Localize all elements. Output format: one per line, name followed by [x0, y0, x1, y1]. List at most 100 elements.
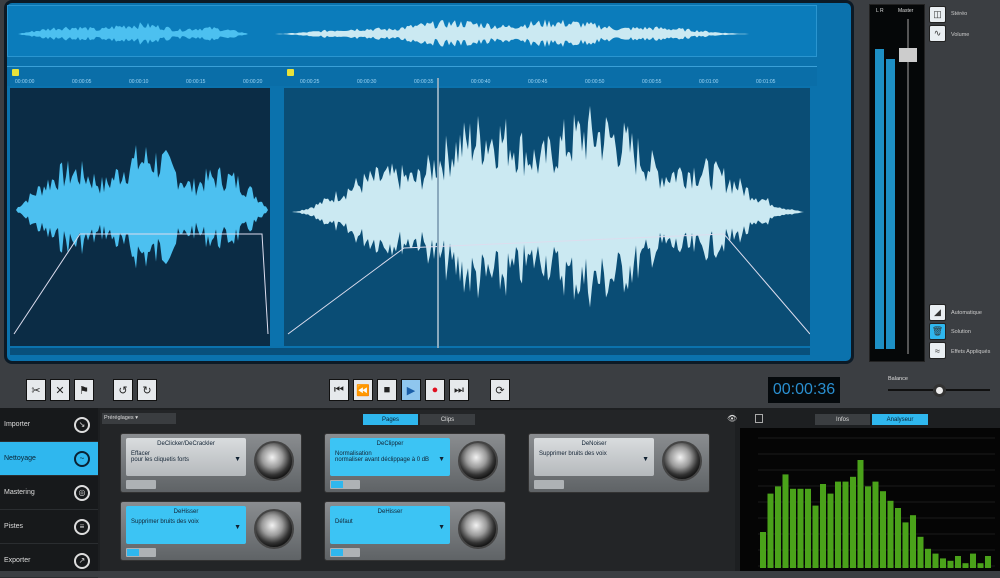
effect-toggle[interactable] — [330, 548, 360, 557]
skip-end-button[interactable]: ⏭ — [449, 379, 469, 401]
eye-icon[interactable]: 👁 — [727, 414, 737, 423]
spectrum-bar — [977, 563, 984, 568]
waveform-shape — [18, 22, 248, 45]
export-icon: ↗ — [74, 552, 90, 569]
spectrum-analyzer — [740, 428, 1000, 571]
nav-exporter[interactable]: Exporter ↗ — [0, 544, 98, 578]
spectrum-bar — [790, 488, 796, 568]
effect-preset-dropdown[interactable]: DeHisser Supprimer bruits des voix ▼ — [126, 506, 246, 544]
effect-toggle[interactable] — [126, 548, 156, 557]
balance-handle[interactable] — [933, 384, 946, 397]
nav-label: Nettoyage — [4, 455, 36, 462]
tab-analyseur[interactable]: Analyseur — [872, 414, 928, 425]
clip-marker-icon[interactable] — [287, 69, 294, 76]
automation-button[interactable]: ◢ — [929, 304, 946, 321]
presets-dropdown[interactable]: Préréglages ▾ — [102, 413, 176, 424]
spectrum-bar — [857, 460, 864, 568]
waveform-shape — [292, 105, 804, 308]
trash-button[interactable]: 🗑 — [929, 323, 946, 340]
effect-preset-dropdown[interactable]: DeClicker/DeCrackler Effacer pour les cliq… — [126, 438, 246, 476]
nav-importer[interactable]: Importer ↘ — [0, 408, 98, 442]
effect-card: DeNoiser Supprimer bruits des voix ▼ — [528, 433, 710, 493]
spectrum-bar — [932, 553, 939, 568]
cut-button[interactable]: ✂ — [26, 379, 46, 401]
spectrum-bar — [820, 484, 826, 568]
balance-label: Balance — [888, 376, 908, 382]
meter-right — [886, 59, 895, 349]
chevron-down-icon: ▼ — [642, 456, 649, 463]
effect-preset-dropdown[interactable]: DeClipper Normalisation normaliser avant d… — [330, 438, 450, 476]
master-fader[interactable] — [899, 48, 917, 62]
effect-preset-dropdown[interactable]: DeNoiser Supprimer bruits des voix ▼ — [534, 438, 654, 476]
save-icon[interactable] — [755, 414, 763, 423]
ruler-tick: 00:00:10 — [129, 79, 149, 85]
volume-label: Volume — [951, 32, 970, 38]
clip-marker-icon[interactable] — [12, 69, 19, 76]
effect-knob[interactable] — [458, 509, 498, 549]
stereo-label: Stéréo — [951, 11, 968, 17]
skip-start-button[interactable]: ⏮ — [329, 379, 349, 401]
spectrum-bar — [827, 493, 834, 568]
spectrum-bar — [767, 493, 774, 568]
spectrum-bar — [880, 491, 886, 568]
presets-label: Préréglages — [104, 415, 134, 421]
ruler-tick: 00:00:25 — [300, 79, 320, 85]
tab-pages[interactable]: Pages — [363, 414, 418, 425]
effect-knob[interactable] — [458, 441, 498, 481]
tab-clips[interactable]: Clips — [420, 414, 475, 425]
level-meters: L R Master — [869, 4, 925, 362]
meter-left — [875, 49, 884, 349]
spectrum-bar — [872, 481, 879, 568]
record-button[interactable]: ● — [425, 379, 445, 401]
overview-strip[interactable] — [7, 5, 817, 57]
effect-title: DeClipper — [376, 441, 404, 447]
nav-label: Importer — [4, 421, 31, 428]
spectrum-bar — [797, 488, 804, 568]
automation-label: Automatique — [951, 310, 982, 316]
waveform-shape — [16, 145, 268, 269]
effect-knob[interactable] — [662, 441, 702, 481]
clean-icon: ~ — [74, 450, 90, 467]
timeline-ruler[interactable]: 00:00:00 00:00:05 00:00:10 00:00:15 00:00:20… — [7, 66, 817, 86]
spectrum-bar — [835, 481, 841, 568]
effect-knob[interactable] — [254, 509, 294, 549]
spectrum-bar — [895, 508, 901, 568]
effect-card: DeHisser Défaut ▼ — [324, 501, 506, 561]
horizontal-scrollbar[interactable] — [10, 348, 810, 355]
loop-button[interactable]: ⟳ — [490, 379, 510, 401]
stereo-button[interactable]: ◫ — [929, 6, 946, 23]
delete-button[interactable]: ✕ — [50, 379, 70, 401]
volume-button[interactable]: ∿ — [929, 25, 946, 42]
effect-toggle[interactable] — [330, 480, 360, 489]
clip-right[interactable] — [284, 88, 811, 346]
spectrum-bar — [955, 556, 961, 568]
nav-mastering[interactable]: Mastering ◎ — [0, 476, 98, 510]
stop-button[interactable]: ■ — [377, 379, 397, 401]
undo-button[interactable]: ↺ — [113, 379, 133, 401]
lr-label: L R — [876, 8, 884, 14]
effect-knob[interactable] — [254, 441, 294, 481]
effects-button[interactable]: ≈ — [929, 342, 946, 359]
playhead[interactable] — [437, 78, 439, 348]
marker-button[interactable]: ⚑ — [74, 379, 94, 401]
effect-card: DeHisser Supprimer bruits des voix ▼ — [120, 501, 302, 561]
nav-nettoyage[interactable]: Nettoyage ~ — [0, 442, 98, 476]
master-label: Master — [898, 8, 914, 14]
rewind-button[interactable]: ⏪ — [353, 379, 373, 401]
import-icon: ↘ — [74, 416, 90, 433]
play-button[interactable]: ▶ — [401, 379, 421, 401]
effect-preset-dropdown[interactable]: DeHisser Défaut ▼ — [330, 506, 450, 544]
chevron-down-icon: ▼ — [438, 456, 445, 463]
tab-infos[interactable]: Infos — [815, 414, 870, 425]
ruler-tick: 00:01:05 — [756, 79, 776, 85]
effect-toggle[interactable] — [534, 480, 564, 489]
nav-pistes[interactable]: Pistes ≡ — [0, 510, 98, 544]
waveform-right — [287, 105, 811, 335]
effect-title: DeHisser — [377, 509, 403, 515]
clip-left[interactable] — [10, 88, 270, 346]
ruler-tick: 00:01:00 — [699, 79, 719, 85]
effect-toggle[interactable] — [126, 480, 156, 489]
redo-button[interactable]: ↻ — [137, 379, 157, 401]
effect-preset-line1: Supprimer bruits des voix — [539, 451, 607, 457]
ruler-tick: 00:00:30 — [357, 79, 377, 85]
